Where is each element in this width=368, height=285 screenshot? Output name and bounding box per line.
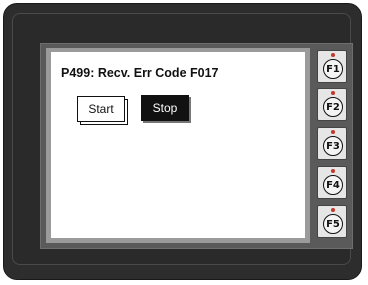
- f2-key[interactable]: F2: [317, 88, 347, 121]
- f1-led-icon: [331, 53, 335, 57]
- f3-key[interactable]: F3: [317, 127, 347, 160]
- f3-key-label: F3: [323, 136, 343, 156]
- f2-key-label: F2: [323, 97, 343, 117]
- start-button[interactable]: Start: [77, 96, 125, 122]
- touch-screen[interactable]: P499: Recv. Err Code F017 Start Stop: [51, 52, 305, 238]
- f4-led-icon: [331, 169, 335, 173]
- f5-led-icon: [331, 208, 335, 212]
- f3-led-icon: [331, 130, 335, 134]
- f2-led-icon: [331, 91, 335, 95]
- stop-button[interactable]: Stop: [141, 95, 189, 121]
- f4-key-label: F4: [323, 175, 343, 195]
- error-message: P499: Recv. Err Code F017: [61, 66, 219, 80]
- f5-key[interactable]: F5: [317, 205, 347, 238]
- f5-key-label: F5: [323, 214, 343, 234]
- f1-key-label: F1: [323, 59, 343, 79]
- f4-key[interactable]: F4: [317, 166, 347, 199]
- f1-key[interactable]: F1: [317, 50, 347, 83]
